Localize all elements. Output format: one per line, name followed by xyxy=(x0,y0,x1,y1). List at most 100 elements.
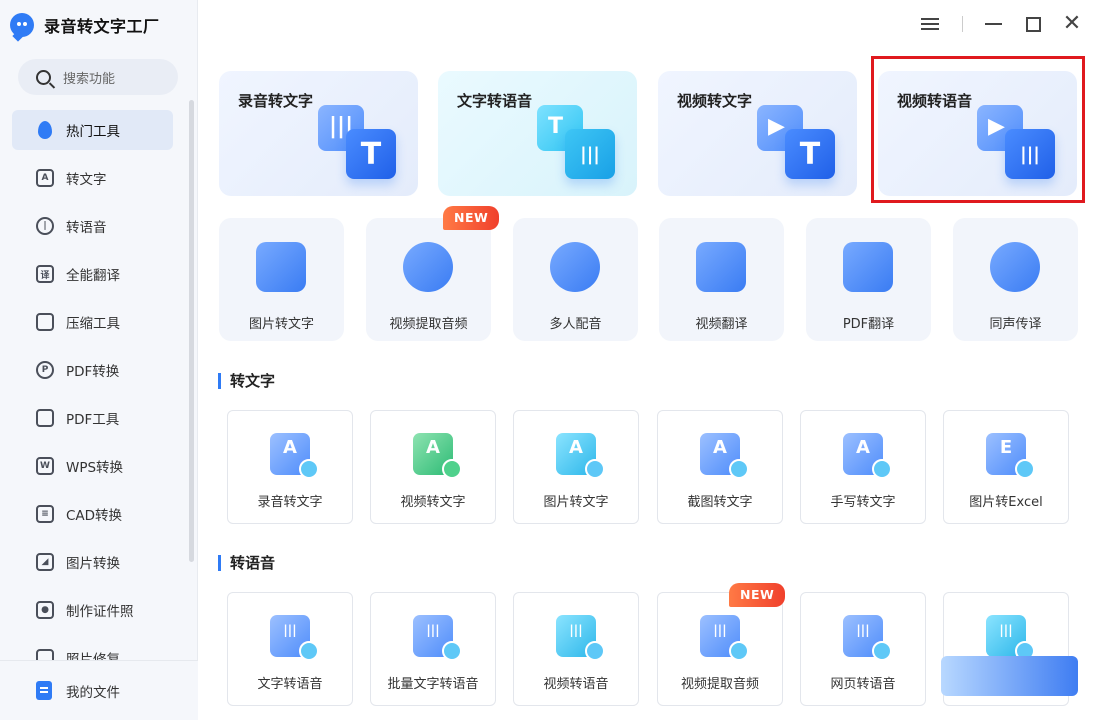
hero-card-title: 录音转文字 xyxy=(238,92,314,110)
floating-action-button[interactable] xyxy=(941,656,1078,696)
pdf-translate-icon xyxy=(843,242,893,292)
card-handwriting-to-text[interactable]: A 手写转文字 xyxy=(800,410,926,524)
screenshot-to-text-icon: A xyxy=(700,433,749,479)
sidebar-item-pdf-convert[interactable]: P PDF转换 xyxy=(12,350,173,390)
card-video-to-speech[interactable]: ||| 视频转语音 xyxy=(513,592,639,706)
sidebar-item-label: PDF转换 xyxy=(66,364,120,380)
my-files-icon xyxy=(36,681,52,700)
voice-tool-icon: ||| xyxy=(986,615,1035,661)
card-label: 录音转文字 xyxy=(257,495,323,510)
sidebar-item-label: 转语音 xyxy=(66,220,107,236)
video-to-text-icon: A xyxy=(413,433,462,479)
tool-label: 多人配音 xyxy=(549,317,602,332)
sidebar-item-hot-tools[interactable]: 热门工具 xyxy=(12,110,173,150)
tool-extract-audio[interactable]: 视频提取音频 xyxy=(366,218,491,341)
image-convert-icon: ◢ xyxy=(36,553,54,571)
card-label: 网页转语音 xyxy=(830,677,896,692)
image-to-text-icon xyxy=(256,242,306,292)
card-label: 图片转文字 xyxy=(543,495,609,510)
close-icon[interactable]: ✕ xyxy=(1062,13,1082,35)
extract-audio-icon: ||| xyxy=(700,615,749,661)
sidebar-item-id-photo[interactable]: ● 制作证件照 xyxy=(12,590,173,630)
sidebar-item-wps[interactable]: W WPS转换 xyxy=(12,446,173,486)
sidebar-nav: 热门工具 A 转文字 | 转语音 译 全能翻译 压缩工具 P PDF转换 PDF… xyxy=(0,110,190,686)
app-title: 录音转文字工厂 xyxy=(10,12,160,38)
search-input[interactable]: 搜索功能 xyxy=(18,59,178,95)
card-audio-to-text[interactable]: A 录音转文字 xyxy=(227,410,353,524)
sidebar-item-label: CAD转换 xyxy=(66,508,123,524)
video-translate-icon xyxy=(696,242,746,292)
card-label: 视频转文字 xyxy=(400,495,466,510)
tool-multi-voice[interactable]: 多人配音 xyxy=(513,218,638,341)
card-label: 视频提取音频 xyxy=(680,677,759,692)
extract-audio-icon xyxy=(403,242,453,292)
simultaneous-interpret-icon xyxy=(990,242,1040,292)
tool-label: 同声传译 xyxy=(989,317,1042,332)
image-to-text-icon: A xyxy=(556,433,605,479)
sidebar-item-translate[interactable]: 译 全能翻译 xyxy=(12,254,173,294)
card-extract-audio[interactable]: ||| 视频提取音频 xyxy=(657,592,783,706)
tool-image-to-text[interactable]: 图片转文字 xyxy=(219,218,344,341)
tool-label: PDF翻译 xyxy=(842,317,895,332)
sidebar: 录音转文字工厂 搜索功能 热门工具 A 转文字 | 转语音 译 全能翻译 压缩工… xyxy=(0,0,198,720)
card-batch-text-to-speech[interactable]: ||| 批量文字转语音 xyxy=(370,592,496,706)
sidebar-item-to-voice[interactable]: | 转语音 xyxy=(12,206,173,246)
tool-label: 视频翻译 xyxy=(695,317,748,332)
card-image-to-excel[interactable]: E 图片转Excel xyxy=(943,410,1069,524)
section-title-to-text: 转文字 xyxy=(218,371,275,391)
hero-card-text-to-speech[interactable]: 文字转语音 T ||| xyxy=(438,71,637,196)
wps-icon: W xyxy=(36,457,54,475)
cad-icon: ≡ xyxy=(36,505,54,523)
sidebar-item-label: 热门工具 xyxy=(66,124,120,140)
tool-pdf-translate[interactable]: PDF翻译 xyxy=(806,218,931,341)
sidebar-item-to-text[interactable]: A 转文字 xyxy=(12,158,173,198)
tool-video-translate[interactable]: 视频翻译 xyxy=(659,218,784,341)
card-text-to-speech[interactable]: ||| 文字转语音 xyxy=(227,592,353,706)
voice-convert-icon: | xyxy=(36,217,54,235)
sidebar-item-label: 图片转换 xyxy=(66,556,120,572)
handwriting-to-text-icon: A xyxy=(843,433,892,479)
new-badge: NEW xyxy=(443,206,500,230)
text-to-speech-icon: ||| xyxy=(270,615,319,661)
sidebar-item-image-convert[interactable]: ◢ 图片转换 xyxy=(12,542,173,582)
hero-card-video-to-text[interactable]: 视频转文字 ▶ T xyxy=(658,71,857,196)
my-files-button[interactable]: 我的文件 xyxy=(0,660,198,720)
app-name: 录音转文字工厂 xyxy=(44,17,160,36)
card-video-to-text[interactable]: A 视频转文字 xyxy=(370,410,496,524)
search-icon xyxy=(36,69,51,85)
maximize-icon[interactable] xyxy=(1023,13,1043,35)
hero-card-title: 视频转文字 xyxy=(677,92,753,110)
text-to-speech-icon: T ||| xyxy=(537,105,619,183)
tool-simultaneous-interpretation[interactable]: 同声传译 xyxy=(953,218,1078,341)
batch-text-to-speech-icon: ||| xyxy=(413,615,462,661)
minimize-icon[interactable] xyxy=(983,13,1003,35)
card-label: 批量文字转语音 xyxy=(387,677,479,692)
card-screenshot-to-text[interactable]: A 截图转文字 xyxy=(657,410,783,524)
text-convert-icon: A xyxy=(36,169,54,187)
sidebar-scrollbar[interactable] xyxy=(189,100,194,562)
hero-card-title: 文字转语音 xyxy=(457,92,533,110)
card-label: 截图转文字 xyxy=(687,495,753,510)
highlight-frame xyxy=(871,56,1085,203)
sidebar-item-label: 制作证件照 xyxy=(66,604,134,620)
sidebar-item-pdf-tools[interactable]: PDF工具 xyxy=(12,398,173,438)
tool-label: 图片转文字 xyxy=(248,317,314,332)
sidebar-item-label: WPS转换 xyxy=(66,460,124,476)
sidebar-item-compress[interactable]: 压缩工具 xyxy=(12,302,173,342)
card-label: 图片转Excel xyxy=(969,495,1043,510)
card-image-to-text[interactable]: A 图片转文字 xyxy=(513,410,639,524)
new-badge: NEW xyxy=(729,583,786,607)
video-to-speech-icon: ||| xyxy=(556,615,605,661)
card-webpage-to-speech[interactable]: ||| 网页转语音 xyxy=(800,592,926,706)
hero-card-audio-to-text[interactable]: 录音转文字 ||| T xyxy=(219,71,418,196)
audio-to-text-icon: A xyxy=(270,433,319,479)
compress-icon xyxy=(36,313,54,331)
sidebar-item-cad[interactable]: ≡ CAD转换 xyxy=(12,494,173,534)
pdf-toolbox-icon xyxy=(36,409,54,427)
card-label: 文字转语音 xyxy=(257,677,323,692)
sidebar-item-label: 全能翻译 xyxy=(66,268,120,284)
tool-label: 视频提取音频 xyxy=(389,317,468,332)
my-files-label: 我的文件 xyxy=(66,684,120,701)
card-label: 视频转语音 xyxy=(543,677,609,692)
menu-icon[interactable] xyxy=(920,13,940,35)
